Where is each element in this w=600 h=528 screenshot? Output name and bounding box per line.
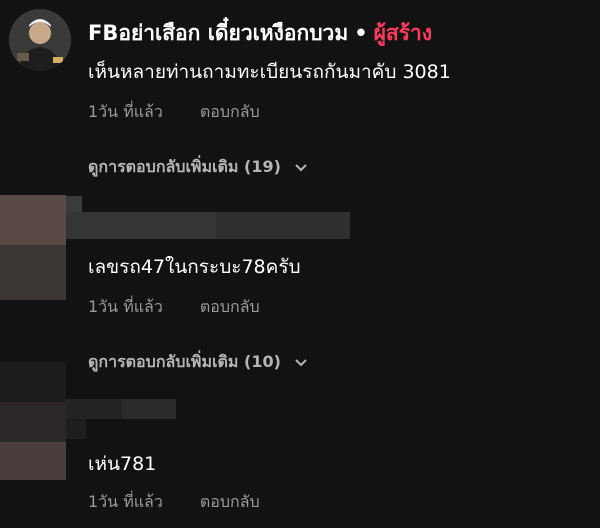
reply-button[interactable]: ตอบกลับ xyxy=(200,102,260,121)
comment-meta: 1วัน ที่แล้ว ตอบกลับ xyxy=(88,490,260,515)
timestamp: 1วัน ที่แล้ว xyxy=(88,297,163,316)
avatar[interactable] xyxy=(9,9,71,71)
view-more-label: ดูการตอบกลับเพิ่มเติม (10) xyxy=(88,352,281,371)
comment-text: เลขรถ47ในกระบะ78ครับ xyxy=(88,256,301,278)
view-more-label: ดูการตอบกลับเพิ่มเติม (19) xyxy=(88,157,281,176)
reply-button[interactable]: ตอบกลับ xyxy=(200,492,260,511)
comment-meta: 1วัน ที่แล้ว ตอบกลับ xyxy=(88,295,260,320)
separator-dot: • xyxy=(354,21,368,45)
blur-block xyxy=(66,419,86,439)
author-name[interactable]: FBอย่าเสือก เดี๋ยวเหงือกบวม xyxy=(88,21,348,45)
timestamp: 1วัน ที่แล้ว xyxy=(88,492,163,511)
view-more-replies-button[interactable]: ดูการตอบกลับเพิ่มเติม (10) xyxy=(88,350,308,375)
comment-text: เห่น781 xyxy=(88,453,157,475)
avatar-blurred[interactable] xyxy=(0,362,66,480)
timestamp: 1วัน ที่แล้ว xyxy=(88,102,163,121)
chevron-down-icon xyxy=(295,358,308,366)
reply-button[interactable]: ตอบกลับ xyxy=(200,297,260,316)
creator-badge: ผู้สร้าง xyxy=(373,21,433,45)
blur-block xyxy=(66,196,82,212)
author-name-blurred[interactable] xyxy=(66,399,176,419)
comment-header: FBอย่าเสือก เดี๋ยวเหงือกบวม • ผู้สร้าง xyxy=(88,17,432,50)
comment-text: เห็นหลายท่านถามทะเบียนรถกันมาคับ 3081 xyxy=(88,61,451,83)
author-name-blurred[interactable] xyxy=(66,212,350,239)
view-more-replies-button[interactable]: ดูการตอบกลับเพิ่มเติม (19) xyxy=(88,155,308,180)
avatar-blurred[interactable] xyxy=(0,195,66,300)
comment-meta: 1วัน ที่แล้ว ตอบกลับ xyxy=(88,100,260,125)
chevron-down-icon xyxy=(295,163,308,171)
